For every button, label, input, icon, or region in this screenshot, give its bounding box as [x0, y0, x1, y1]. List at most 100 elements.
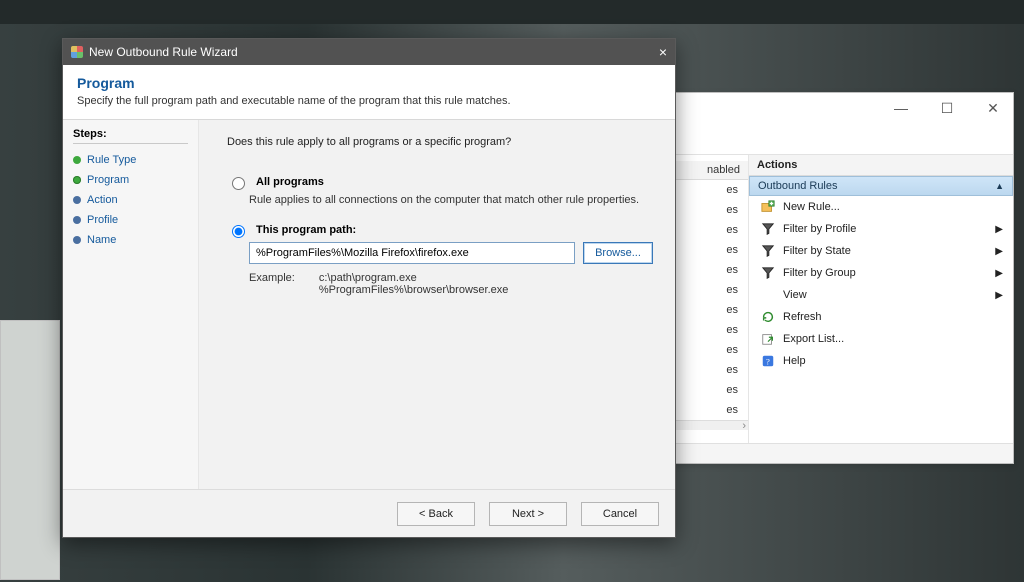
step-label: Program — [87, 174, 129, 186]
action-refresh[interactable]: Refresh — [749, 306, 1013, 328]
browse-button[interactable]: Browse... — [583, 242, 653, 264]
chevron-right-icon: ▶ — [995, 224, 1003, 235]
collapse-icon: ▲ — [995, 181, 1004, 191]
actions-pane-header: Actions — [749, 155, 1013, 176]
table-cell[interactable]: es — [665, 180, 748, 200]
table-cell[interactable]: es — [665, 380, 748, 400]
actions-context-label: Outbound Rules — [758, 180, 838, 192]
wizard-button-row: < Back Next > Cancel — [63, 489, 675, 537]
action-view[interactable]: View ▶ — [749, 284, 1013, 306]
cancel-button[interactable]: Cancel — [581, 502, 659, 526]
table-cell[interactable]: es — [665, 340, 748, 360]
actions-pane: Actions Outbound Rules ▲ New Rule... Filt… — [749, 155, 1013, 443]
prompt-text: Does this rule apply to all programs or … — [227, 136, 653, 148]
radio-all-programs[interactable] — [232, 177, 245, 190]
action-label: Refresh — [783, 311, 822, 323]
mmc-window: — ☐ ✕ nabled eseseseseseseseseseseses › … — [664, 92, 1014, 464]
step-dot-icon — [73, 236, 81, 244]
next-button[interactable]: Next > — [489, 502, 567, 526]
table-cell[interactable]: es — [665, 220, 748, 240]
action-export-list[interactable]: Export List... — [749, 328, 1013, 350]
wizard-content: Does this rule apply to all programs or … — [199, 120, 675, 489]
action-label: View — [783, 289, 807, 301]
maximize-button[interactable]: ☐ — [933, 100, 961, 117]
refresh-icon — [761, 310, 775, 324]
close-button[interactable]: ✕ — [979, 100, 1007, 117]
wizard-page-title: Program — [77, 75, 661, 91]
option-all-programs[interactable]: All programs — [227, 174, 653, 190]
action-label: Filter by State — [783, 245, 851, 257]
step-label: Action — [87, 194, 118, 206]
blank-icon — [761, 288, 775, 302]
desktop-bg — [0, 320, 60, 580]
wizard-title-text: New Outbound Rule Wizard — [89, 45, 238, 59]
wizard-dialog: New Outbound Rule Wizard × Program Speci… — [62, 38, 676, 538]
table-cell[interactable]: es — [665, 260, 748, 280]
svg-text:?: ? — [766, 357, 770, 367]
radio-this-program-path[interactable] — [232, 225, 245, 238]
step-label: Rule Type — [87, 154, 136, 166]
wizard-page-subtitle: Specify the full program path and execut… — [77, 95, 661, 107]
option-this-program-path[interactable]: This program path: — [227, 222, 653, 238]
action-help[interactable]: ?Help — [749, 350, 1013, 372]
action-filter-by-profile[interactable]: Filter by Profile ▶ — [749, 218, 1013, 240]
step-name[interactable]: Name — [73, 230, 188, 250]
table-cell[interactable]: es — [665, 240, 748, 260]
action-label: Export List... — [783, 333, 844, 345]
step-dot-icon — [73, 156, 81, 164]
back-button[interactable]: < Back — [397, 502, 475, 526]
step-action[interactable]: Action — [73, 190, 188, 210]
funnel-icon — [761, 222, 775, 236]
column-header-enabled[interactable]: nabled — [665, 161, 748, 180]
table-cell[interactable]: es — [665, 280, 748, 300]
help-icon: ? — [761, 354, 775, 368]
mmc-rules-column: nabled eseseseseseseseseseseses › — [665, 155, 749, 443]
chevron-right-icon: ▶ — [995, 290, 1003, 301]
table-cell[interactable]: es — [665, 200, 748, 220]
example-line: c:\path\program.exe — [319, 272, 509, 284]
newrule-icon — [761, 200, 775, 214]
wizard-header: Program Specify the full program path an… — [63, 65, 675, 120]
mmc-statusbar — [665, 443, 1013, 463]
close-icon[interactable]: × — [659, 44, 667, 60]
firewall-icon — [71, 46, 83, 58]
step-label: Name — [87, 234, 116, 246]
step-dot-icon — [73, 216, 81, 224]
action-label: Filter by Group — [783, 267, 856, 279]
step-program[interactable]: Program — [73, 170, 188, 190]
step-profile[interactable]: Profile — [73, 210, 188, 230]
step-label: Profile — [87, 214, 118, 226]
program-path-input[interactable] — [249, 242, 575, 264]
action-new-rule[interactable]: New Rule... — [749, 196, 1013, 218]
funnel-icon — [761, 244, 775, 258]
table-cell[interactable]: es — [665, 300, 748, 320]
mmc-menubar — [665, 123, 1013, 155]
example-block: Example: c:\path\program.exe %ProgramFil… — [249, 272, 653, 296]
minimize-button[interactable]: — — [887, 100, 915, 116]
table-cell[interactable]: es — [665, 320, 748, 340]
wizard-steps: Steps: Rule Type Program Action Profile Name — [63, 120, 199, 489]
action-label: New Rule... — [783, 201, 840, 213]
option-this-program-path-label: This program path: — [256, 224, 356, 236]
mmc-titlebar: — ☐ ✕ — [665, 93, 1013, 123]
table-cell[interactable]: es — [665, 360, 748, 380]
action-filter-by-state[interactable]: Filter by State▶ — [749, 240, 1013, 262]
funnel-icon — [761, 266, 775, 280]
horizontal-scrollbar[interactable]: › — [665, 420, 748, 430]
wizard-titlebar[interactable]: New Outbound Rule Wizard × — [63, 39, 675, 65]
option-all-programs-label: All programs — [256, 176, 324, 188]
example-line: %ProgramFiles%\browser\browser.exe — [319, 284, 509, 296]
step-dot-icon — [73, 196, 81, 204]
export-icon — [761, 332, 775, 346]
step-rule-type[interactable]: Rule Type — [73, 150, 188, 170]
chevron-right-icon: ▶ — [995, 268, 1003, 279]
option-all-programs-desc: Rule applies to all connections on the c… — [249, 194, 653, 206]
example-label: Example: — [249, 272, 295, 296]
action-label: Filter by Profile — [783, 223, 856, 235]
table-cell[interactable]: es — [665, 400, 748, 420]
action-filter-by-group[interactable]: Filter by Group ▶ — [749, 262, 1013, 284]
actions-context-bar[interactable]: Outbound Rules ▲ — [749, 176, 1013, 196]
steps-heading: Steps: — [73, 128, 188, 144]
desktop-bg — [0, 0, 1024, 24]
step-dot-icon — [73, 176, 81, 184]
